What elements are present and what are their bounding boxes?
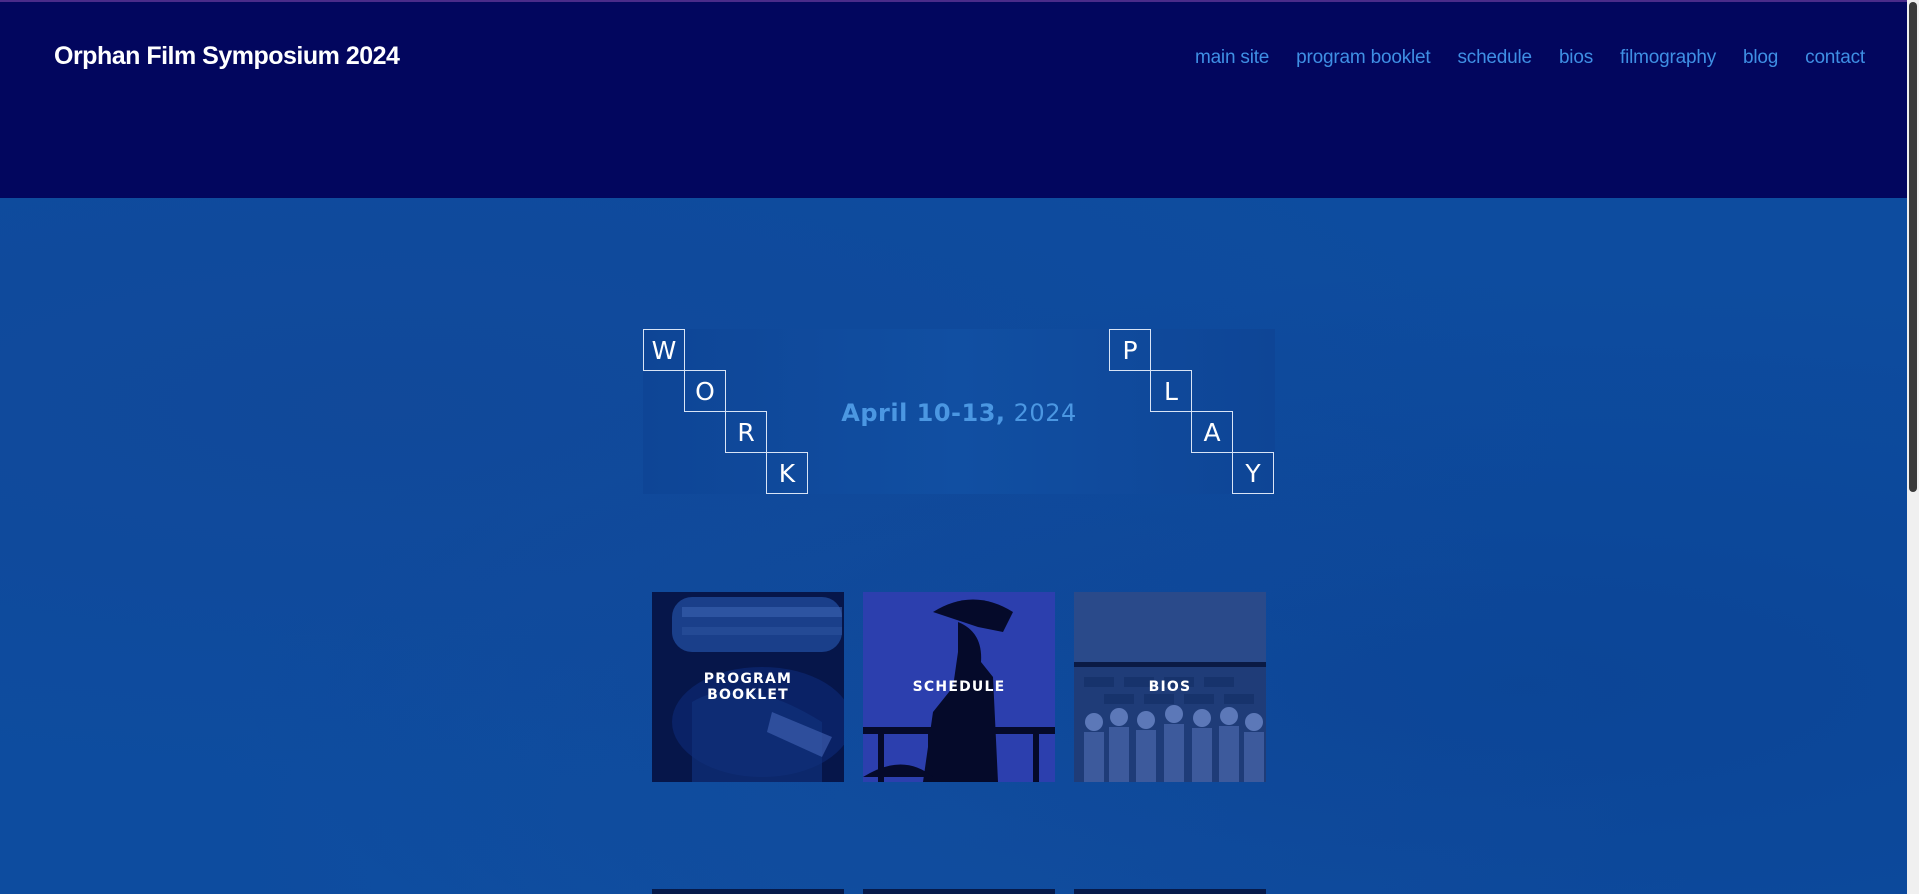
site-title[interactable]: Orphan Film Symposium 2024 [54, 42, 400, 71]
bios-label: BIOS [1148, 679, 1192, 695]
next-card-edge [652, 889, 844, 894]
event-dates-year: 2024 [1005, 399, 1077, 427]
next-card-row [652, 889, 1266, 894]
vertical-scrollbar[interactable] [1907, 0, 1919, 894]
play-letter-p: P [1109, 329, 1151, 371]
main-nav: main site program booklet schedule bios … [1195, 47, 1865, 69]
work-letter-k: K [766, 452, 808, 494]
nav-program-booklet[interactable]: program booklet [1296, 47, 1430, 69]
nav-contact[interactable]: contact [1805, 47, 1865, 69]
event-dates-range: April 10-13, [841, 399, 1006, 427]
main-content: W O R K P L A Y April 10-13, 2024 PROGRA… [0, 198, 1907, 894]
section-cards: PROGRAM BOOKLET SCHEDULE BIOS [652, 592, 1266, 782]
play-letter-y: Y [1232, 452, 1274, 494]
site-header: Orphan Film Symposium 2024 main site pro… [0, 0, 1907, 198]
bios-card[interactable]: BIOS [1074, 592, 1266, 782]
nav-schedule[interactable]: schedule [1457, 47, 1532, 69]
next-card-edge [863, 889, 1055, 894]
nav-main-site[interactable]: main site [1195, 47, 1269, 69]
program-booklet-label: PROGRAM BOOKLET [703, 671, 793, 703]
program-booklet-card[interactable]: PROGRAM BOOKLET [652, 592, 844, 782]
schedule-card[interactable]: SCHEDULE [863, 592, 1055, 782]
nav-bios[interactable]: bios [1559, 47, 1593, 69]
event-banner: W O R K P L A Y April 10-13, 2024 [643, 329, 1275, 494]
work-letter-w: W [643, 329, 685, 371]
nav-filmography[interactable]: filmography [1620, 47, 1716, 69]
event-dates: April 10-13, 2024 [643, 399, 1275, 427]
next-card-edge [1074, 889, 1266, 894]
schedule-label: SCHEDULE [912, 679, 1006, 695]
scrollbar-thumb[interactable] [1909, 2, 1917, 492]
nav-blog[interactable]: blog [1743, 47, 1778, 69]
